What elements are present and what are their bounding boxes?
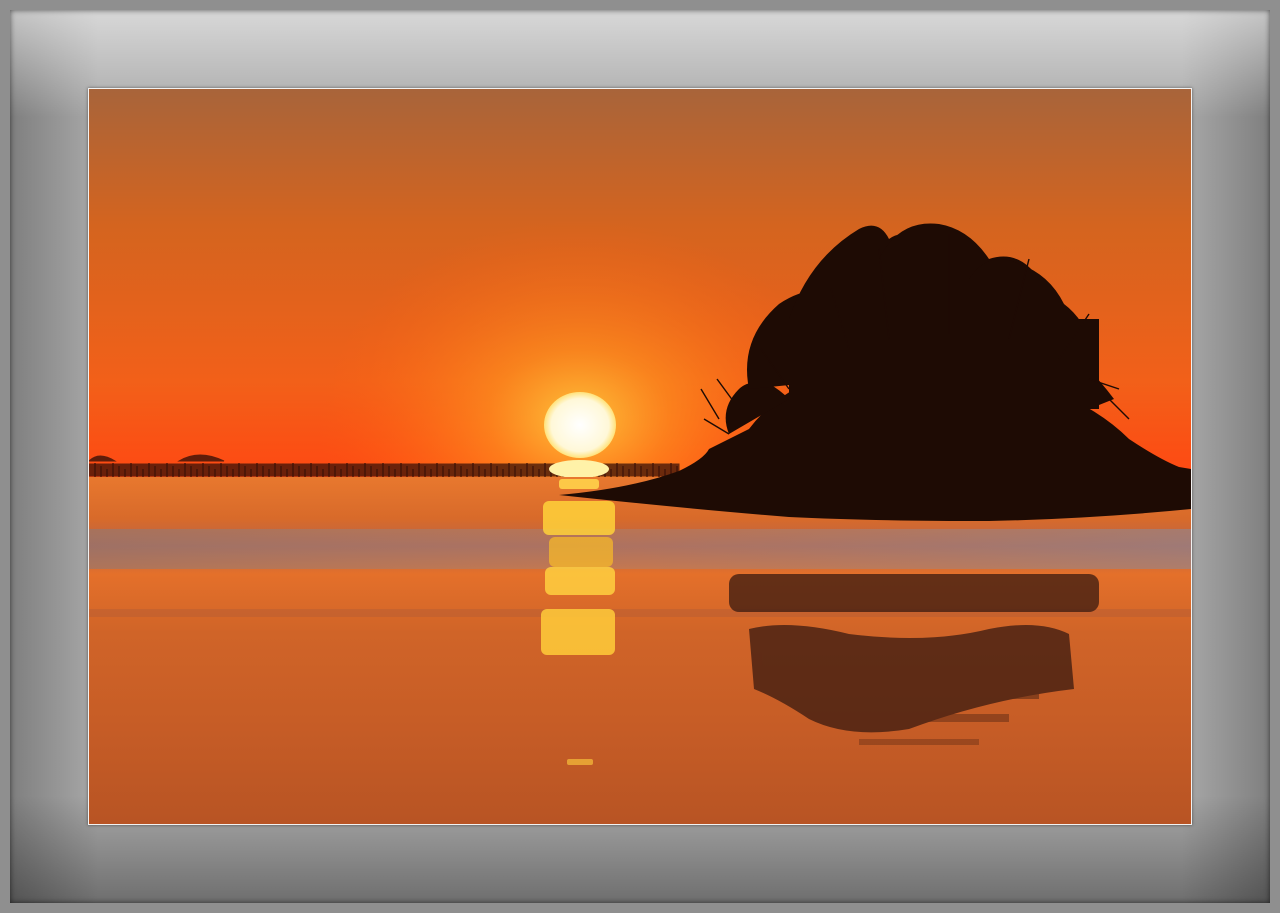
sun xyxy=(544,392,616,458)
sunset-photo xyxy=(89,89,1191,824)
water-calm-band xyxy=(89,529,1191,569)
photo-border xyxy=(88,88,1192,825)
picture-frame xyxy=(0,0,1280,913)
sun-horizon-glint xyxy=(549,460,609,478)
